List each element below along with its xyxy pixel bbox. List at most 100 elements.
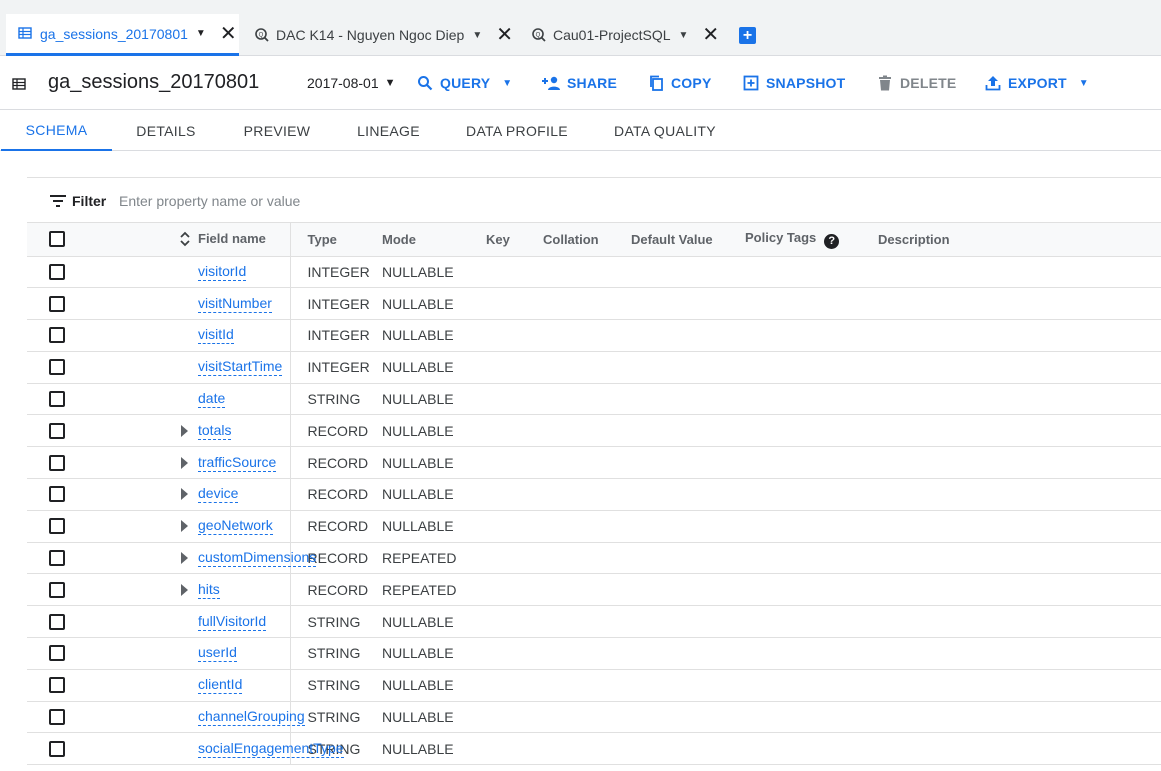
field-name-link[interactable]: visitStartTime	[198, 358, 283, 377]
field-key	[486, 701, 543, 734]
row-checkbox[interactable]	[49, 677, 65, 694]
row-checkbox[interactable]	[49, 295, 65, 312]
table-row[interactable]: customDimensions RECORD REPEATED	[27, 542, 1161, 575]
table-row[interactable]: trafficSource RECORD NULLABLE	[27, 446, 1161, 480]
schema-table: Field name Type Mode Key Collation Defau…	[27, 223, 1161, 766]
svg-text:Q: Q	[536, 33, 541, 39]
delete-button[interactable]: DELETE	[876, 73, 956, 93]
row-checkbox[interactable]	[49, 613, 65, 630]
row-checkbox[interactable]	[49, 518, 65, 535]
expand-arrow-icon[interactable]	[181, 456, 188, 469]
table-row[interactable]: hits RECORD REPEATED	[27, 573, 1161, 607]
tab-data-profile[interactable]: DATA PROFILE	[458, 111, 576, 151]
field-name-link[interactable]: device	[198, 485, 239, 504]
sort-icon[interactable]	[179, 231, 191, 247]
field-name-link[interactable]: fullVisitorId	[198, 613, 267, 631]
date-selector[interactable]: 2017-08-01 ▼	[307, 75, 396, 91]
field-name-cell: geoNetwork	[101, 510, 291, 543]
field-name-link[interactable]: hits	[198, 581, 220, 599]
tab-data-quality[interactable]: DATA QUALITY	[605, 111, 725, 151]
field-name-link[interactable]: clientId	[198, 676, 243, 695]
row-select-cell	[27, 510, 101, 543]
table-row[interactable]: totals RECORD NULLABLE	[27, 414, 1161, 448]
field-mode: REPEATED	[382, 573, 486, 607]
field-name-link[interactable]: visitorId	[198, 263, 247, 281]
table-row[interactable]: userId STRING NULLABLE	[27, 637, 1161, 670]
expand-arrow-icon[interactable]	[181, 583, 188, 596]
chevron-down-icon[interactable]: ▼	[196, 28, 206, 39]
table-row[interactable]: visitNumber INTEGER NULLABLE	[27, 287, 1161, 321]
delete-label: DELETE	[900, 75, 957, 91]
upload-icon	[984, 74, 1002, 92]
row-checkbox[interactable]	[49, 327, 65, 344]
row-checkbox[interactable]	[49, 422, 65, 439]
field-name-link[interactable]: visitNumber	[198, 295, 272, 313]
query-button[interactable]: QUERY ▼	[416, 73, 512, 93]
field-name-link[interactable]: date	[198, 390, 226, 409]
table-row[interactable]: device RECORD NULLABLE	[27, 478, 1161, 511]
help-icon[interactable]: ?	[824, 233, 840, 249]
select-all-checkbox[interactable]	[49, 231, 65, 248]
field-name-link[interactable]: channelGrouping	[198, 708, 305, 727]
row-checkbox[interactable]	[49, 550, 65, 567]
field-name-link[interactable]: visitId	[198, 326, 234, 345]
field-name-link[interactable]: geoNetwork	[198, 517, 273, 536]
table-header: ga_sessions_20170801 2017-08-01 ▼ QUERY …	[0, 56, 1161, 110]
row-checkbox[interactable]	[49, 740, 65, 757]
tab-cau01[interactable]: Q Cau01-ProjectSQL ▼ ✕	[531, 14, 721, 56]
copy-button[interactable]: COPY	[647, 73, 711, 93]
expand-arrow-icon[interactable]	[181, 424, 188, 437]
tab-dac-k14[interactable]: Q DAC K14 - Nguyen Ngoc Diep ▼ ✕	[254, 14, 514, 56]
tab-lineage[interactable]: LINEAGE	[343, 111, 434, 151]
field-name-link[interactable]: totals	[198, 422, 232, 440]
field-type: STRING	[290, 637, 382, 670]
field-collation	[543, 319, 631, 352]
close-icon[interactable]: ✕	[496, 25, 513, 45]
tab-details[interactable]: DETAILS	[120, 111, 212, 151]
field-collation	[543, 732, 631, 766]
tab-preview[interactable]: PREVIEW	[230, 111, 324, 151]
close-icon[interactable]: ✕	[702, 25, 719, 45]
close-icon[interactable]: ✕	[220, 24, 237, 44]
chevron-down-icon[interactable]: ▼	[472, 30, 482, 41]
expand-arrow-icon[interactable]	[181, 520, 188, 533]
row-checkbox[interactable]	[49, 709, 65, 726]
field-name-link[interactable]: userId	[198, 644, 237, 663]
export-button[interactable]: EXPORT ▼	[984, 73, 1089, 93]
snapshot-button[interactable]: SNAPSHOT	[742, 73, 845, 93]
row-checkbox[interactable]	[49, 263, 65, 280]
table-row[interactable]: fullVisitorId STRING NULLABLE	[27, 605, 1161, 639]
tab-ga-sessions[interactable]: ga_sessions_20170801 ▼ ✕	[6, 14, 239, 56]
row-checkbox[interactable]	[49, 454, 65, 471]
table-row[interactable]: channelGrouping STRING NULLABLE	[27, 701, 1161, 734]
table-row[interactable]: date STRING NULLABLE	[27, 383, 1161, 416]
table-row[interactable]: visitStartTime INTEGER NULLABLE	[27, 351, 1161, 384]
table-row[interactable]: visitorId INTEGER NULLABLE	[27, 256, 1161, 289]
table-row[interactable]: visitId INTEGER NULLABLE	[27, 319, 1161, 352]
field-name-link[interactable]: trafficSource	[198, 454, 277, 472]
export-label: EXPORT	[1008, 75, 1067, 91]
row-checkbox[interactable]	[49, 645, 65, 662]
row-checkbox[interactable]	[49, 486, 65, 503]
share-button[interactable]: SHARE	[541, 73, 617, 93]
table-row[interactable]: geoNetwork RECORD NULLABLE	[27, 510, 1161, 543]
filter-input[interactable]	[119, 190, 619, 212]
field-name-cell: visitorId	[101, 256, 291, 289]
field-name-link[interactable]: customDimensions	[198, 549, 317, 568]
row-checkbox[interactable]	[49, 581, 65, 598]
expand-arrow-icon[interactable]	[181, 488, 188, 501]
field-name-link[interactable]: socialEngagementType	[198, 740, 344, 758]
field-policy-tags	[745, 319, 878, 352]
add-tab-icon[interactable]: +	[739, 27, 756, 44]
row-checkbox[interactable]	[49, 359, 65, 376]
tab-schema[interactable]: SCHEMA	[1, 111, 112, 151]
row-select-cell	[27, 478, 101, 511]
chevron-down-icon[interactable]: ▼	[679, 30, 689, 41]
row-checkbox[interactable]	[49, 391, 65, 408]
field-collation	[543, 573, 631, 607]
field-policy-tags	[745, 669, 878, 702]
table-row[interactable]: clientId STRING NULLABLE	[27, 669, 1161, 702]
expand-arrow-icon[interactable]	[181, 552, 188, 565]
field-name-header[interactable]: Field name	[101, 223, 291, 257]
table-row[interactable]: socialEngagementType STRING NULLABLE	[27, 732, 1161, 766]
